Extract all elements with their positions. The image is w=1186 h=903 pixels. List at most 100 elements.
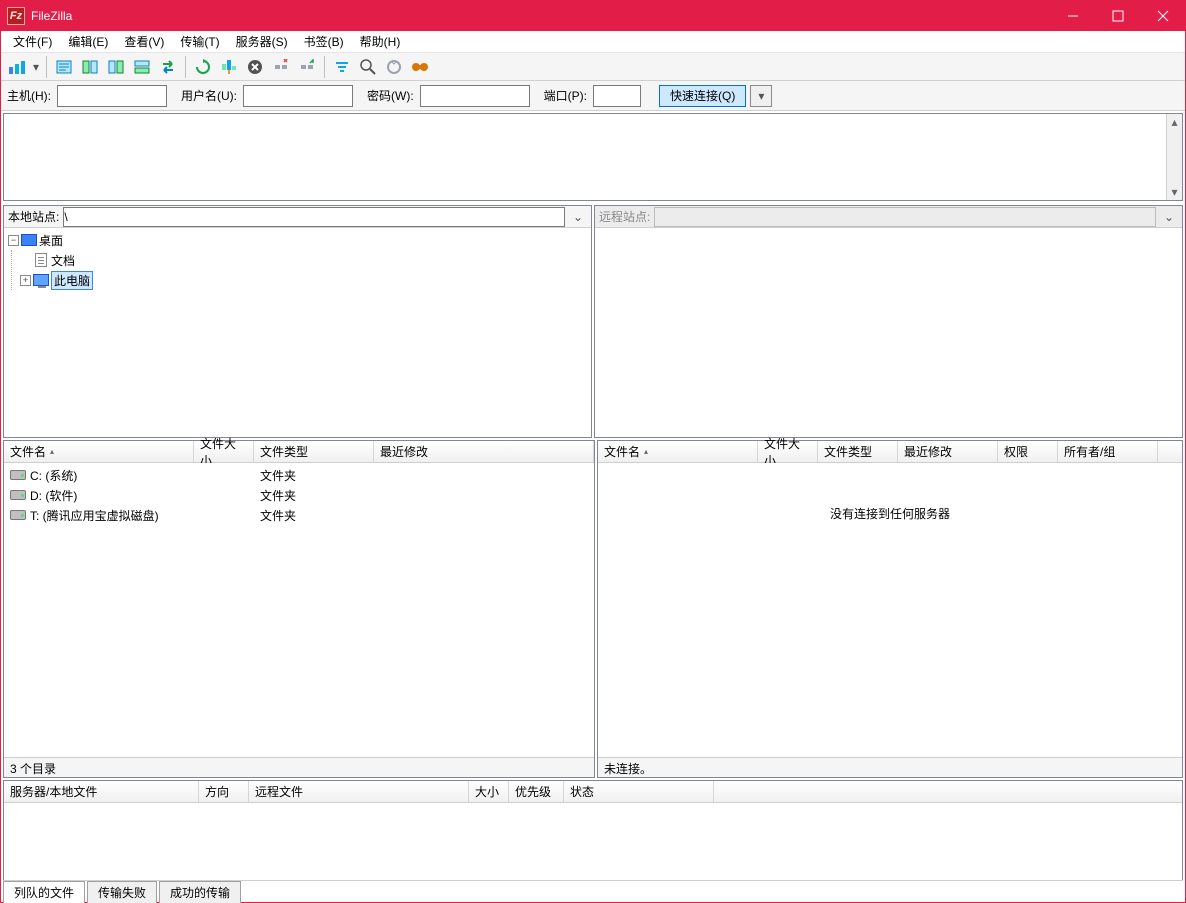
- toolbar: ▾: [1, 53, 1185, 81]
- remote-site-label: 远程站点:: [599, 208, 650, 225]
- maximize-button[interactable]: [1095, 1, 1140, 31]
- expand-icon[interactable]: +: [20, 275, 31, 286]
- col-filename[interactable]: 文件名▴: [4, 441, 194, 462]
- list-item[interactable]: T: (腾讯应用宝虚拟磁盘) 文件夹: [4, 505, 594, 525]
- quick-connect-bar: 主机(H): 用户名(U): 密码(W): 端口(P): 快速连接(Q) ▾: [1, 81, 1185, 111]
- tab-queued[interactable]: 列队的文件: [3, 881, 85, 903]
- local-list-body[interactable]: C: (系统) 文件夹 D: (软件) 文件夹 T: (腾讯应用宝虚拟磁盘) 文…: [4, 463, 594, 757]
- title-bar: Fz FileZilla: [1, 1, 1185, 31]
- message-log[interactable]: ▴ ▾: [3, 113, 1183, 201]
- qcol-status[interactable]: 状态: [564, 781, 714, 802]
- list-item[interactable]: C: (系统) 文件夹: [4, 465, 594, 485]
- username-input[interactable]: [243, 85, 353, 107]
- drive-icon: [10, 470, 26, 480]
- password-label: 密码(W):: [367, 87, 414, 104]
- quick-connect-button[interactable]: 快速连接(Q): [659, 85, 746, 107]
- collapse-icon[interactable]: −: [8, 235, 19, 246]
- qcol-direction[interactable]: 方向: [199, 781, 249, 802]
- local-tree-pane: 本地站点: ⌄ − 桌面 文档 +: [3, 205, 592, 438]
- tree-item-documents[interactable]: 文档: [51, 252, 75, 269]
- menu-help[interactable]: 帮助(H): [352, 31, 409, 52]
- desktop-icon: [21, 234, 37, 246]
- list-item[interactable]: D: (软件) 文件夹: [4, 485, 594, 505]
- local-tree[interactable]: − 桌面 文档 + 此电脑: [4, 228, 591, 437]
- col-filetype[interactable]: 文件类型: [254, 441, 374, 462]
- auto-sync-button[interactable]: [382, 55, 406, 79]
- menu-bar: 文件(F) 编辑(E) 查看(V) 传输(T) 服务器(S) 书签(B) 帮助(…: [1, 31, 1185, 53]
- local-path-input[interactable]: [63, 207, 565, 227]
- disconnect-button[interactable]: [269, 55, 293, 79]
- tab-failed[interactable]: 传输失败: [87, 881, 157, 903]
- local-file-list: 文件名▴ 文件大小 文件类型 最近修改 C: (系统) 文件夹 D: (软件) …: [3, 440, 595, 778]
- rcol-permissions[interactable]: 权限: [998, 441, 1058, 462]
- queue-body[interactable]: [4, 803, 1182, 880]
- log-scrollbar[interactable]: ▴ ▾: [1166, 114, 1182, 200]
- toggle-queue-button[interactable]: [130, 55, 154, 79]
- remote-path-input: [654, 207, 1156, 227]
- col-filesize[interactable]: 文件大小: [194, 441, 254, 462]
- computer-icon: [33, 274, 49, 286]
- toggle-log-button[interactable]: [52, 55, 76, 79]
- rcol-filename[interactable]: 文件名▴: [598, 441, 758, 462]
- reconnect-button[interactable]: [295, 55, 319, 79]
- rcol-modified[interactable]: 最近修改: [898, 441, 998, 462]
- refresh-button[interactable]: [191, 55, 215, 79]
- compare-button[interactable]: [356, 55, 380, 79]
- port-label: 端口(P):: [544, 87, 587, 104]
- rcol-owner[interactable]: 所有者/组: [1058, 441, 1158, 462]
- qcol-size[interactable]: 大小: [469, 781, 509, 802]
- expander-empty: [20, 255, 31, 266]
- remote-list-header: 文件名▴ 文件大小 文件类型 最近修改 权限 所有者/组: [598, 441, 1182, 463]
- menu-bookmarks[interactable]: 书签(B): [296, 31, 352, 52]
- remote-path-dropdown: ⌄: [1160, 210, 1178, 224]
- site-manager-button[interactable]: [5, 55, 29, 79]
- local-path-dropdown[interactable]: ⌄: [569, 210, 587, 224]
- username-label: 用户名(U):: [181, 87, 237, 104]
- local-status: 3 个目录: [4, 757, 594, 777]
- menu-server[interactable]: 服务器(S): [228, 31, 296, 52]
- host-input[interactable]: [57, 85, 167, 107]
- remote-tree-pane: 远程站点: ⌄: [594, 205, 1183, 438]
- toggle-remote-tree-button[interactable]: [104, 55, 128, 79]
- scroll-down-icon[interactable]: ▾: [1167, 184, 1182, 200]
- rcol-filetype[interactable]: 文件类型: [818, 441, 898, 462]
- app-icon: Fz: [7, 7, 25, 25]
- tree-item-desktop[interactable]: 桌面: [39, 232, 63, 249]
- process-queue-button[interactable]: [217, 55, 241, 79]
- search-button[interactable]: [408, 55, 432, 79]
- sync-browse-button[interactable]: [156, 55, 180, 79]
- site-manager-dropdown[interactable]: ▾: [31, 60, 41, 74]
- menu-edit[interactable]: 编辑(E): [60, 31, 116, 52]
- qcol-priority[interactable]: 优先级: [509, 781, 564, 802]
- quick-connect-dropdown[interactable]: ▾: [750, 85, 772, 107]
- minimize-button[interactable]: [1050, 1, 1095, 31]
- queue-tabs: 列队的文件 传输失败 成功的传输: [3, 880, 1183, 902]
- menu-transfer[interactable]: 传输(T): [172, 31, 227, 52]
- remote-file-list: 文件名▴ 文件大小 文件类型 最近修改 权限 所有者/组 没有连接到任何服务器 …: [597, 440, 1183, 778]
- qcol-remote[interactable]: 远程文件: [249, 781, 469, 802]
- remote-list-body: 没有连接到任何服务器: [598, 463, 1182, 757]
- menu-file[interactable]: 文件(F): [5, 31, 60, 52]
- not-connected-message: 没有连接到任何服务器: [598, 465, 1182, 522]
- port-input[interactable]: [593, 85, 641, 107]
- close-button[interactable]: [1140, 1, 1185, 31]
- qcol-server[interactable]: 服务器/本地文件: [4, 781, 199, 802]
- menu-view[interactable]: 查看(V): [116, 31, 172, 52]
- filter-button[interactable]: [330, 55, 354, 79]
- host-label: 主机(H):: [7, 87, 51, 104]
- transfer-queue: 服务器/本地文件 方向 远程文件 大小 优先级 状态: [3, 780, 1183, 880]
- toggle-local-tree-button[interactable]: [78, 55, 102, 79]
- cancel-button[interactable]: [243, 55, 267, 79]
- local-site-label: 本地站点:: [8, 208, 59, 225]
- scroll-up-icon[interactable]: ▴: [1167, 114, 1182, 130]
- rcol-filesize[interactable]: 文件大小: [758, 441, 818, 462]
- queue-header: 服务器/本地文件 方向 远程文件 大小 优先级 状态: [4, 781, 1182, 803]
- document-icon: [35, 253, 47, 267]
- remote-tree: [595, 228, 1182, 437]
- col-modified[interactable]: 最近修改: [374, 441, 594, 462]
- drive-icon: [10, 510, 26, 520]
- tab-success[interactable]: 成功的传输: [159, 881, 241, 903]
- tree-item-this-pc[interactable]: 此电脑: [51, 271, 93, 290]
- remote-status: 未连接。: [598, 757, 1182, 777]
- password-input[interactable]: [420, 85, 530, 107]
